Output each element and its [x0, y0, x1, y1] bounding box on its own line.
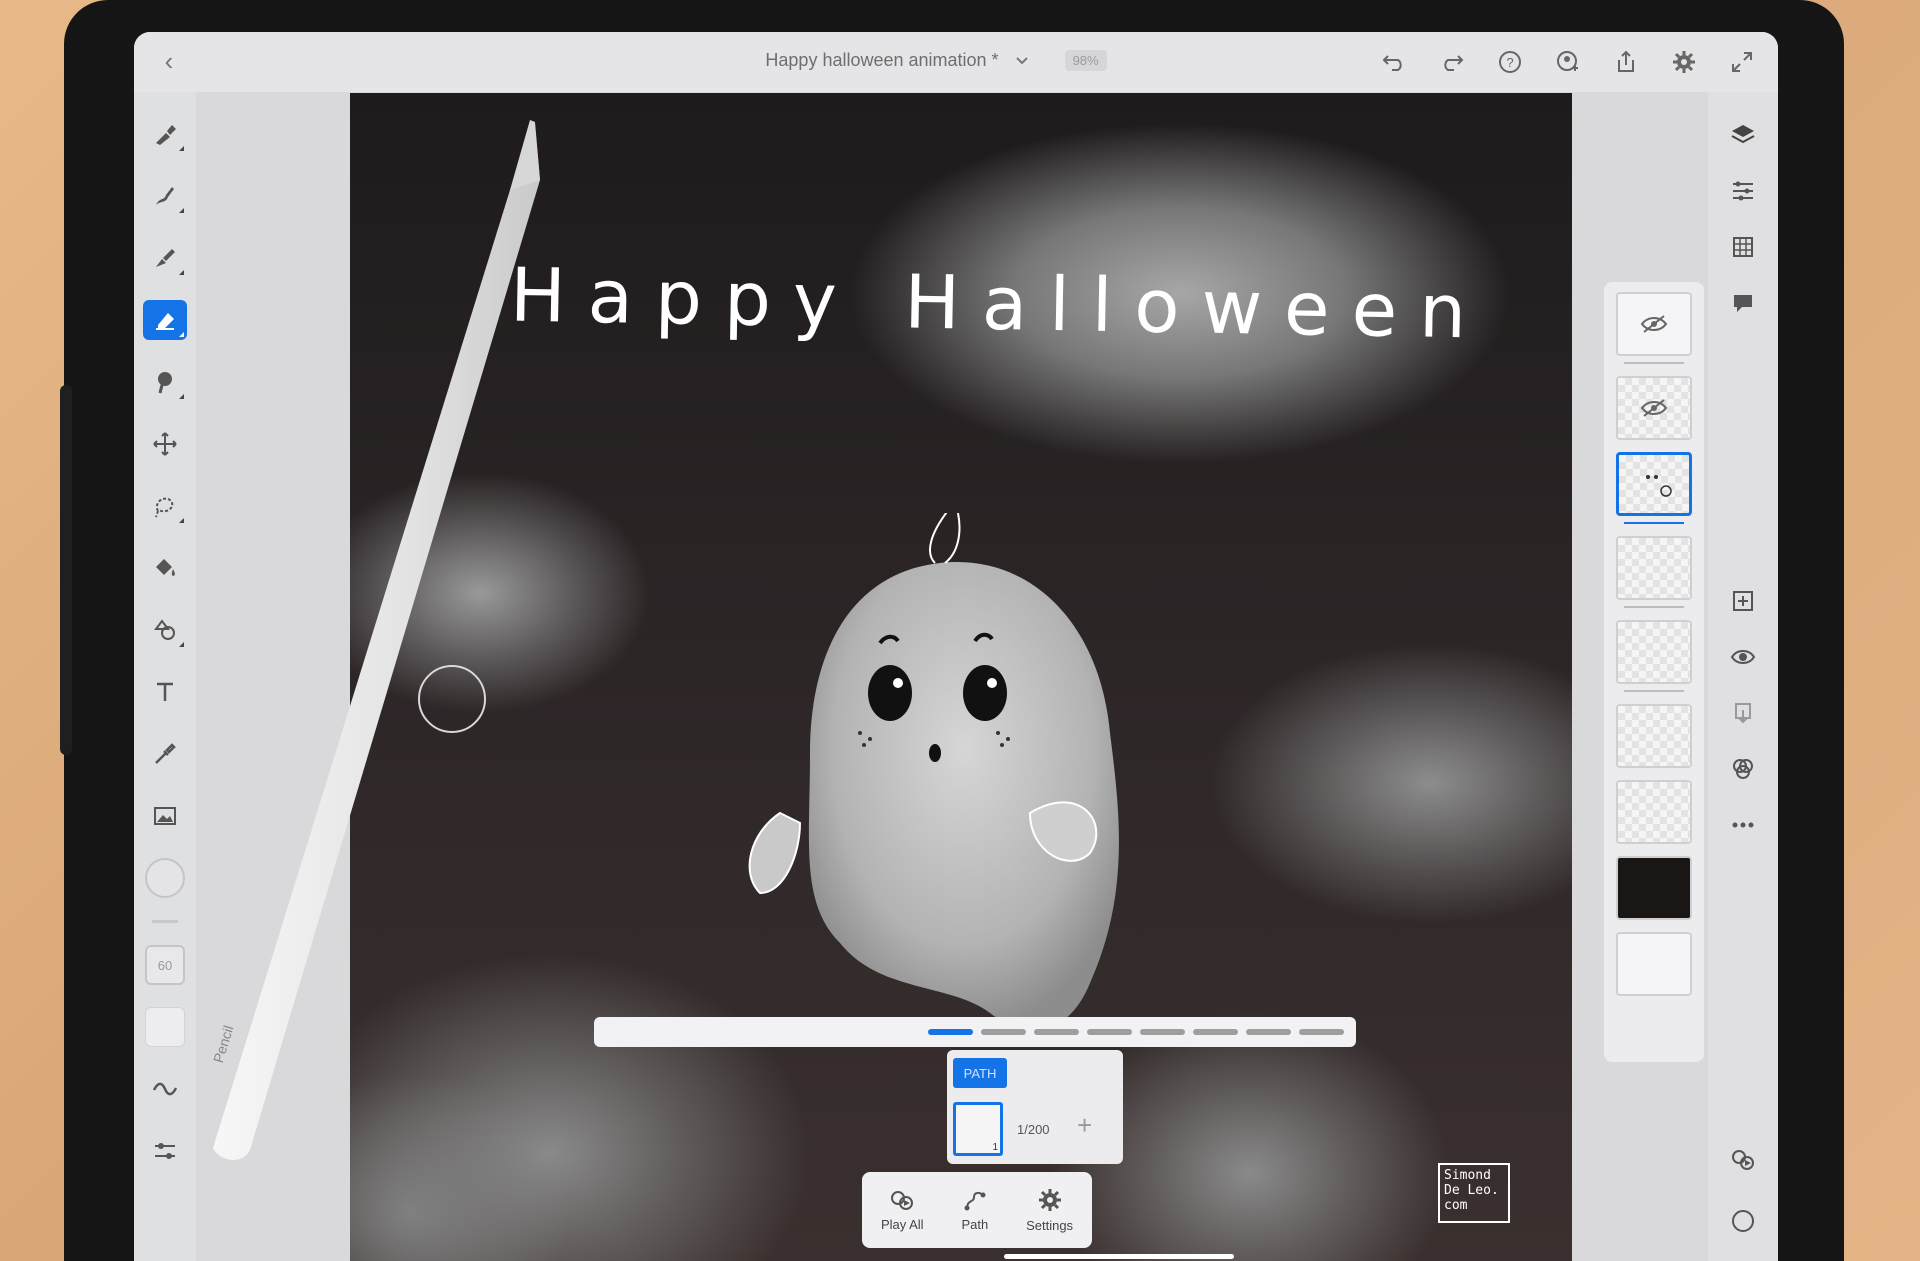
path-button[interactable]: Path [961, 1189, 988, 1232]
top-toolbar-icons: ? [1378, 42, 1758, 82]
timeline-segment[interactable] [1246, 1029, 1291, 1035]
timeline-segment[interactable] [928, 1029, 973, 1035]
frame-active[interactable] [1616, 452, 1692, 516]
image-icon[interactable] [143, 796, 187, 836]
top-bar: ‹ Happy halloween animation * 98% ? [134, 32, 1778, 92]
app-screen: ‹ Happy halloween animation * 98% ? 60 H… [134, 32, 1778, 1261]
smoothing-icon[interactable] [143, 1069, 187, 1109]
signature-line-2: De Leo. [1444, 1183, 1499, 1198]
hidden-eye-icon [1640, 399, 1668, 417]
settings-label: Settings [1026, 1217, 1074, 1233]
animation-timeline[interactable] [594, 1017, 1356, 1047]
add-layer-icon[interactable] [1726, 584, 1760, 618]
merge-down-icon[interactable] [1726, 696, 1760, 730]
brush-opacity-control[interactable] [145, 1007, 185, 1047]
timeline-segment[interactable] [981, 1029, 1026, 1035]
comment-icon[interactable] [1726, 286, 1760, 320]
timeline-segment[interactable] [1034, 1029, 1079, 1035]
fullscreen-icon[interactable] [1726, 42, 1758, 82]
smudge-tool[interactable] [143, 362, 187, 402]
size-slider-handle[interactable] [152, 920, 178, 923]
frame-onion-skin[interactable] [1616, 376, 1692, 440]
timeline-segment[interactable] [1140, 1029, 1185, 1035]
hidden-eye-icon [1640, 315, 1668, 333]
properties-icon[interactable] [1726, 174, 1760, 208]
ghost-illustration [748, 513, 1119, 1030]
color-picker-swatch[interactable] [145, 858, 185, 898]
brush-settings-icon[interactable] [143, 1131, 187, 1171]
frame-separator [1624, 606, 1684, 608]
frame-onion-skin-before[interactable] [1616, 292, 1692, 356]
add-frame-button[interactable]: + [1077, 1110, 1092, 1141]
timeline-toggle-icon[interactable] [1726, 1204, 1760, 1238]
play-all-icon [891, 1190, 914, 1210]
svg-text:?: ? [1506, 55, 1513, 70]
chevron-down-icon[interactable] [1015, 50, 1029, 71]
artist-signature: Simond De Leo. com [1438, 1163, 1510, 1223]
home-indicator[interactable] [1004, 1254, 1234, 1259]
vector-brush-tool[interactable] [143, 238, 187, 278]
more-options-icon[interactable] [1726, 808, 1760, 842]
signature-line-3: com [1444, 1198, 1468, 1213]
animation-frames-panel [1604, 282, 1704, 1062]
frame-count: 1/200 [1017, 1122, 1050, 1137]
play-all-button[interactable]: Play All [881, 1189, 924, 1232]
transform-tool[interactable] [143, 424, 187, 464]
brush-size-control[interactable]: 60 [145, 945, 185, 985]
frame-background-dark[interactable] [1616, 856, 1692, 920]
play-all-label: Play All [880, 1216, 924, 1232]
frame-separator [1624, 522, 1684, 524]
grid-icon[interactable] [1726, 230, 1760, 264]
path-frame-number: 1 [992, 1142, 998, 1153]
frame-background-white[interactable] [1616, 932, 1692, 996]
timeline-segment[interactable] [1299, 1029, 1344, 1035]
gear-icon[interactable] [1668, 42, 1700, 82]
frame-layer-7[interactable] [1616, 780, 1692, 844]
share-icon[interactable] [1610, 42, 1642, 82]
zoom-level[interactable]: 98% [1064, 50, 1107, 71]
animation-settings-icon[interactable] [1726, 1144, 1760, 1178]
tools-panel: 60 [134, 92, 196, 1261]
settings-button[interactable]: Settings [1026, 1188, 1073, 1233]
invite-user-icon[interactable] [1552, 42, 1584, 82]
timeline-segment[interactable] [1193, 1029, 1238, 1035]
path-label: Path [961, 1216, 989, 1232]
path-panel: PATH 1 1/200 + [947, 1050, 1123, 1164]
layers-icon[interactable] [1726, 118, 1760, 152]
right-panel-rail [1708, 92, 1778, 1261]
text-tool[interactable] [143, 672, 187, 712]
path-icon [964, 1191, 986, 1210]
canvas-greeting-text: Happy Halloween [509, 252, 1489, 356]
ipad-side-case [60, 385, 72, 755]
undo-icon[interactable] [1378, 42, 1410, 82]
animation-action-bar: Play All Path Settings [862, 1172, 1092, 1248]
path-frame-thumbnail[interactable]: 1 [953, 1102, 1003, 1156]
frame-separator [1624, 362, 1684, 364]
help-icon[interactable]: ? [1494, 42, 1526, 82]
timeline-segment[interactable] [1087, 1029, 1132, 1035]
frame-layer-4[interactable] [1616, 536, 1692, 600]
pixel-brush-tool[interactable] [143, 114, 187, 154]
eye-icon[interactable] [1726, 640, 1760, 674]
frame-layer-5[interactable] [1616, 620, 1692, 684]
frame-layer-6[interactable] [1616, 704, 1692, 768]
redo-icon[interactable] [1436, 42, 1468, 82]
frame-separator [1624, 690, 1684, 692]
document-title[interactable]: Happy halloween animation * [765, 50, 998, 71]
eyedropper-tool[interactable] [143, 734, 187, 774]
eraser-tool[interactable] [143, 300, 187, 340]
lasso-selection-tool[interactable] [143, 486, 187, 526]
blend-mode-icon[interactable] [1726, 752, 1760, 786]
gear-icon [1038, 1188, 1061, 1211]
signature-line-1: Simond [1444, 1168, 1491, 1183]
live-brush-tool[interactable] [143, 176, 187, 216]
fill-bucket-tool[interactable] [143, 548, 187, 588]
shape-tool[interactable] [143, 610, 187, 650]
path-tag-button[interactable]: PATH [953, 1058, 1007, 1088]
ghost-thumbnail-icon [1646, 475, 1672, 497]
touch-shortcut-ring[interactable] [418, 665, 486, 733]
